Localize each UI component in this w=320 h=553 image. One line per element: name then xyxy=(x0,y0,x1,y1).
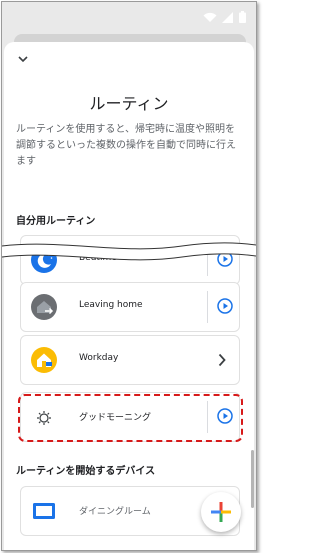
plus-icon xyxy=(211,502,231,522)
wifi-icon xyxy=(203,12,217,22)
section-label-devices: ルーティンを開始するデバイス xyxy=(16,466,156,477)
display-icon xyxy=(31,498,57,524)
chevron-right-icon[interactable] xyxy=(218,353,226,367)
divider xyxy=(207,291,208,323)
page-description: ルーティンを使用すると、帰宅時に温度や照明を調節するといった複数の操作を自動で同… xyxy=(16,124,236,167)
house-work-icon xyxy=(31,347,57,373)
signal-icon xyxy=(222,11,233,23)
section-label-custom-routines: 自分用ルーティン xyxy=(16,216,96,227)
add-routine-button[interactable] xyxy=(201,492,241,532)
routine-label: Workday xyxy=(79,353,119,363)
routine-label: Leaving home xyxy=(79,300,143,310)
torn-edge-decoration xyxy=(2,242,256,261)
status-bar xyxy=(2,2,256,32)
page-title: ルーティン xyxy=(89,94,169,113)
chevron-down-icon[interactable] xyxy=(16,54,30,64)
routine-card-workday[interactable]: Workday xyxy=(20,335,240,385)
battery-icon xyxy=(239,11,246,23)
play-routine-icon[interactable] xyxy=(217,298,233,314)
scrollbar[interactable] xyxy=(251,450,254,508)
highlight-annotation xyxy=(18,394,243,442)
house-leaving-icon xyxy=(31,294,57,320)
device-label: ダイニングルーム xyxy=(79,507,151,517)
app-frame: ルーティン ルーティンを使用すると、帰宅時に温度や照明を調節するといった複数の操… xyxy=(1,1,257,551)
routine-card-leaving-home[interactable]: Leaving home xyxy=(20,282,240,332)
routines-sheet: ルーティン ルーティンを使用すると、帰宅時に温度や照明を調節するといった複数の操… xyxy=(4,42,254,550)
